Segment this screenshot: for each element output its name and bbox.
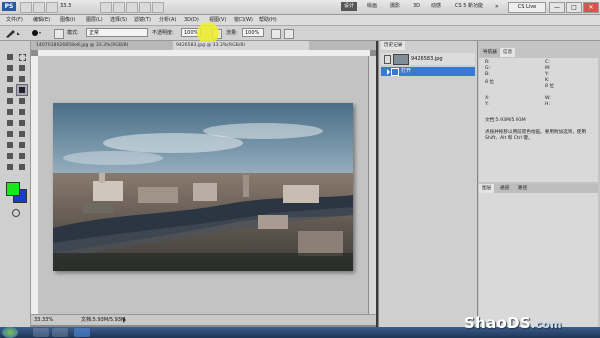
hand-tool-icon[interactable] <box>100 2 112 13</box>
history-state-marker-icon <box>387 69 390 75</box>
info-bit-depth-right: 8 位 <box>545 84 554 89</box>
taskbar-explorer-icon[interactable] <box>33 328 49 337</box>
layers-panel-tabs: 图层 通道 路径 <box>479 184 598 193</box>
info-panel: R: G: B: 8 位 C: M: Y: K: 8 位 X: Y: W: H:… <box>479 58 598 182</box>
workspace-photography[interactable]: 摄影 <box>387 2 403 11</box>
zoom-tool-icon[interactable] <box>113 2 125 13</box>
menu-select[interactable]: 选择(S) <box>110 15 127 25</box>
menu-filter[interactable]: 滤镜(T) <box>134 15 151 25</box>
tab-layers[interactable]: 图层 <box>479 184 495 193</box>
tab-channels[interactable]: 通道 <box>497 184 513 193</box>
taskbar-photoshop-icon[interactable] <box>74 328 90 337</box>
status-zoom[interactable]: 33.33% <box>34 316 53 324</box>
snapshot-thumbnail <box>393 54 409 65</box>
status-doc-size: 文档:5.93M/5.93M <box>81 317 126 323</box>
document-tab-2[interactable]: 9426583.jpg @ 33.3%(RGB/8) <box>173 41 309 50</box>
menu-help[interactable]: 帮助(H) <box>259 15 277 25</box>
mode-label: 模式: <box>67 30 79 36</box>
airbrush-icon[interactable] <box>271 29 281 39</box>
maximize-button[interactable]: □ <box>566 2 582 13</box>
bridge-icon[interactable] <box>20 2 32 13</box>
info-dimensions: W: H: <box>545 96 551 108</box>
screen-mode-icon[interactable] <box>152 2 164 13</box>
info-left-column: R: G: B: 8 位 <box>485 60 494 86</box>
options-bar: 模式: 正常 不透明度: 100% 流量: 100% <box>0 26 600 41</box>
watermark-suffix: .com <box>530 318 562 331</box>
start-button[interactable] <box>2 327 18 338</box>
hand-tool-icon[interactable] <box>4 161 16 173</box>
menu-edit[interactable]: 编辑(E) <box>33 15 50 25</box>
info-hint: 点按并拖移以用前景色绘画。要用附加选项，使用 Shift、Alt 和 Ctrl … <box>485 130 587 141</box>
snapshot-brush-icon[interactable] <box>384 55 391 64</box>
minibridge-icon[interactable] <box>33 2 45 13</box>
menu-window[interactable]: 窗口(W) <box>234 15 253 25</box>
menu-bar: 文件(F) 编辑(E) 图像(I) 图层(L) 选择(S) 滤镜(T) 分析(A… <box>0 15 600 26</box>
info-bit-depth-left: 8 位 <box>485 80 494 85</box>
opacity-label: 不透明度: <box>152 30 174 36</box>
info-right-column: C: M: Y: K: 8 位 <box>545 60 554 90</box>
workspace-design[interactable]: 设计 <box>341 2 358 11</box>
watermark: ShaoDS.com <box>464 314 562 332</box>
info-y-coord: Y: <box>485 102 489 107</box>
tab-paths[interactable]: 路径 <box>515 184 531 193</box>
arrange-documents-icon[interactable] <box>139 2 151 13</box>
zoom-level[interactable]: 33.3 <box>60 2 88 11</box>
document-tabs: 1407018026858e8.jpg @ 33.3%(RGB/8) 94265… <box>31 41 376 50</box>
flow-input[interactable]: 100% <box>242 28 264 37</box>
workspace-painting[interactable]: 绘画 <box>364 2 380 11</box>
workspace-cs5-new[interactable]: CS 5 新功能 <box>452 2 486 11</box>
history-snapshot[interactable]: 9426583.jpg <box>381 53 475 65</box>
watermark-main: ShaoDS <box>464 314 531 332</box>
chevron-right-icon[interactable]: » <box>495 3 499 11</box>
menu-layer[interactable]: 图层(L) <box>86 15 103 25</box>
cs-live-button[interactable]: CS Live <box>508 2 546 13</box>
info-h: H: <box>545 102 551 107</box>
mode-select[interactable]: 正常 <box>86 28 148 37</box>
history-item-label: 打开 <box>401 68 412 74</box>
workspace-3d[interactable]: 3D <box>410 2 423 11</box>
history-item[interactable]: 打开 <box>381 67 475 76</box>
brush-preset-icon[interactable] <box>4 28 22 38</box>
info-b: B: <box>485 72 490 77</box>
document-status-bar: 33.33% 文档:5.93M/5.93M <box>31 314 376 325</box>
view-extras-icon[interactable] <box>46 2 58 13</box>
vertical-scrollbar[interactable] <box>369 56 376 314</box>
minimize-button[interactable]: — <box>549 2 565 13</box>
brush-panel-toggle-icon[interactable] <box>54 29 64 39</box>
tab-info[interactable]: 信息 <box>500 48 516 57</box>
status-menu-arrow-icon[interactable] <box>123 317 126 323</box>
menu-image[interactable]: 图像(I) <box>60 15 75 25</box>
pressure-size-icon[interactable] <box>284 29 294 39</box>
document-photo[interactable] <box>53 103 353 271</box>
taskbar-browser-icon[interactable] <box>52 328 68 337</box>
rotate-view-icon[interactable] <box>126 2 138 13</box>
tab-navigator[interactable]: 导航器 <box>480 48 500 57</box>
info-doc-size: 文档:5.93M/5.93M <box>485 118 526 123</box>
application-bar: PS 33.3 设计 绘画 摄影 3D 动感 CS 5 新功能 » CS Liv… <box>0 0 600 15</box>
menu-3d[interactable]: 3D(D) <box>184 15 199 25</box>
document-tab-1[interactable]: 1407018026858e8.jpg @ 33.3%(RGB/8) <box>33 41 179 50</box>
open-document-icon <box>391 68 399 76</box>
tab-history[interactable]: 历史记录 <box>381 41 406 50</box>
history-panel: 历史记录 9426583.jpg 打开 <box>378 41 477 327</box>
quick-mask-icon[interactable] <box>9 206 21 218</box>
menu-file[interactable]: 文件(F) <box>6 15 23 25</box>
workspace-motion[interactable]: 动感 <box>428 2 444 11</box>
flow-label: 流量: <box>226 30 238 36</box>
foreground-color-swatch[interactable] <box>6 182 20 196</box>
snapshot-name: 9426583.jpg <box>411 56 443 62</box>
brush-size-picker-icon[interactable] <box>30 28 42 38</box>
zoom-tool-icon[interactable] <box>16 161 28 173</box>
tools-panel <box>0 41 31 327</box>
info-position: X: Y: <box>485 96 490 108</box>
menu-analysis[interactable]: 分析(A) <box>159 15 176 25</box>
layers-panel <box>479 193 598 327</box>
close-button[interactable]: ✕ <box>583 2 599 13</box>
photoshop-logo: PS <box>2 2 16 11</box>
